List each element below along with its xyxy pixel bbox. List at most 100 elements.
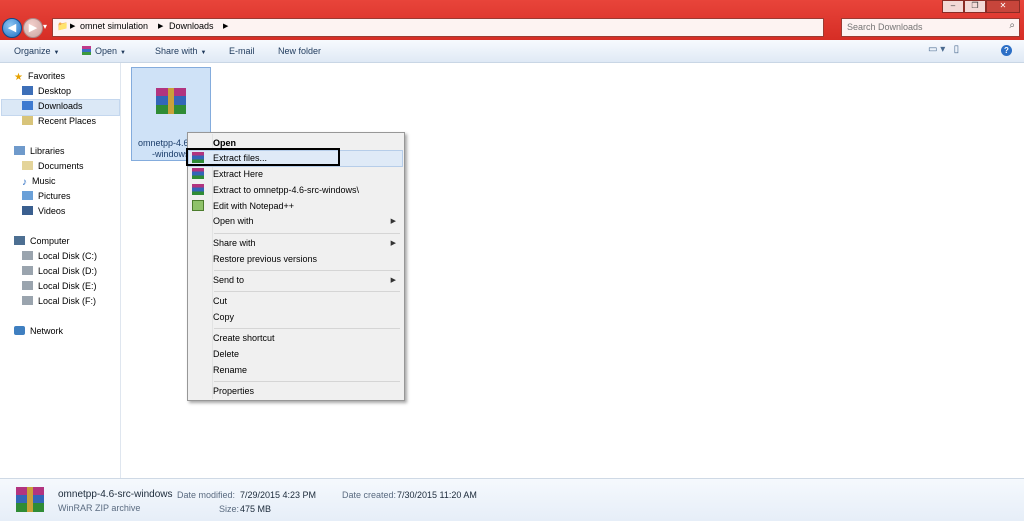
file-name-line-2: -windows xyxy=(152,149,190,159)
share-with-label: Share with xyxy=(155,46,198,56)
date-modified-label: Date modified: xyxy=(177,490,236,500)
date-created-label: Date created: xyxy=(342,490,397,500)
chevron-right-icon[interactable]: ▶ xyxy=(223,22,228,30)
chevron-down-icon: ▼ xyxy=(120,50,126,56)
menu-item-rename[interactable]: Rename xyxy=(213,365,247,375)
address-bar[interactable]: 📁 ▶ omnet simulation ▶ Downloads ▶ xyxy=(52,18,824,37)
breadcrumb-downloads[interactable]: Downloads xyxy=(169,21,214,31)
music-icon: ♪ xyxy=(22,177,27,188)
menu-item-send-to[interactable]: Send to xyxy=(213,275,244,285)
network-icon xyxy=(14,326,25,335)
nav-libraries[interactable]: Libraries xyxy=(14,146,65,156)
nav-disk-e[interactable]: Local Disk (E:) xyxy=(22,281,97,291)
search-input[interactable] xyxy=(842,19,997,34)
nav-favorites[interactable]: ★ Favorites xyxy=(14,71,65,83)
menu-item-create-shortcut[interactable]: Create shortcut xyxy=(213,333,275,343)
submenu-arrow-icon: ▶ xyxy=(390,277,396,284)
search-icon[interactable]: ⌕ xyxy=(1009,20,1015,31)
search-box[interactable]: ⌕ xyxy=(841,18,1020,37)
forward-button[interactable]: ▶ xyxy=(23,18,43,38)
back-arrow-icon: ◀ xyxy=(7,22,17,34)
nav-music[interactable]: ♪ Music xyxy=(22,176,56,188)
menu-item-open-with[interactable]: Open with xyxy=(213,216,254,226)
menu-item-cut[interactable]: Cut xyxy=(213,296,227,306)
menu-item-share-with[interactable]: Share with xyxy=(213,238,256,248)
nav-disk-d-label: Local Disk (D:) xyxy=(38,266,98,276)
maximize-button[interactable]: ❐ xyxy=(964,0,986,13)
pictures-icon xyxy=(22,191,33,200)
menu-item-restore-versions[interactable]: Restore previous versions xyxy=(213,254,317,264)
nav-videos-label: Videos xyxy=(38,206,66,216)
close-button[interactable]: ✕ xyxy=(986,0,1020,13)
chevron-down-icon: ▼ xyxy=(200,50,207,56)
open-label: Open xyxy=(95,46,118,56)
menu-item-extract-here[interactable]: Extract Here xyxy=(213,169,263,179)
nav-music-label: Music xyxy=(32,176,56,186)
videos-icon xyxy=(22,206,33,215)
drive-icon xyxy=(22,296,33,305)
nav-disk-c[interactable]: Local Disk (C:) xyxy=(22,251,97,261)
nav-documents[interactable]: Documents xyxy=(22,161,84,171)
forward-arrow-icon: ▶ xyxy=(28,22,38,34)
downloads-folder-icon xyxy=(22,101,33,110)
open-button[interactable]: Open ▼ xyxy=(82,46,126,56)
navigation-pane: ★ Favorites Desktop Downloads Recent Plac… xyxy=(0,63,121,478)
date-modified-value: 7/29/2015 4:23 PM xyxy=(240,490,317,500)
chevron-right-icon: ▶ xyxy=(70,23,76,30)
details-file-type: WinRAR ZIP archive xyxy=(58,503,141,513)
nav-disk-d[interactable]: Local Disk (D:) xyxy=(22,266,97,276)
share-with-button[interactable]: Share with ▼ xyxy=(155,46,206,56)
winrar-archive-icon xyxy=(156,88,186,114)
nav-downloads[interactable]: Downloads xyxy=(22,101,83,111)
details-pane: omnetpp-4.6-src-windows WinRAR ZIP archi… xyxy=(0,478,1024,521)
menu-separator xyxy=(214,381,400,382)
nav-disk-f-label: Local Disk (F:) xyxy=(38,296,97,306)
nav-computer[interactable]: Computer xyxy=(14,236,70,246)
nav-documents-label: Documents xyxy=(38,161,84,171)
desktop-icon xyxy=(22,86,33,95)
help-icon[interactable]: ? xyxy=(1001,45,1012,56)
recent-pages-dropdown-icon[interactable]: ▾ xyxy=(43,22,47,31)
nav-libraries-label: Libraries xyxy=(30,146,65,156)
size-label: Size: xyxy=(219,504,240,514)
recent-places-icon xyxy=(22,116,33,125)
minimize-button[interactable]: – xyxy=(942,0,964,13)
winrar-icon xyxy=(192,168,204,179)
email-button[interactable]: E-mail xyxy=(229,46,255,56)
organize-label: Organize xyxy=(14,46,51,56)
nav-desktop[interactable]: Desktop xyxy=(22,86,71,96)
folder-icon: 📁 xyxy=(57,21,69,31)
change-view-icon[interactable]: ▭ ▾ ▯ xyxy=(928,44,959,55)
breadcrumb-omnet-simulation[interactable]: omnet simulation xyxy=(80,21,148,31)
menu-item-open[interactable]: Open xyxy=(213,138,236,148)
menu-item-delete[interactable]: Delete xyxy=(213,349,239,359)
menu-item-extract-to[interactable]: Extract to omnetpp-4.6-src-windows\ xyxy=(213,185,359,195)
nav-network[interactable]: Network xyxy=(14,326,63,336)
menu-separator xyxy=(214,291,400,292)
nav-disk-f[interactable]: Local Disk (F:) xyxy=(22,296,96,306)
nav-videos[interactable]: Videos xyxy=(22,206,65,216)
back-button[interactable]: ◀ xyxy=(2,18,22,38)
notepad-plus-plus-icon xyxy=(192,200,204,211)
winrar-icon xyxy=(192,184,204,195)
menu-item-edit-notepad[interactable]: Edit with Notepad++ xyxy=(213,201,294,211)
command-toolbar: Organize ▼ Open ▼ Share with ▼ E-mail New f… xyxy=(0,40,1024,63)
details-file-name: omnetpp-4.6-src-windows xyxy=(58,489,173,500)
nav-recent-places-label: Recent Places xyxy=(38,116,97,126)
size-value: 475 MB xyxy=(240,504,272,514)
winrar-archive-icon xyxy=(16,487,44,512)
nav-recent-places[interactable]: Recent Places xyxy=(22,116,96,126)
menu-item-properties[interactable]: Properties xyxy=(213,386,254,396)
nav-downloads-label: Downloads xyxy=(38,101,83,111)
organize-button[interactable]: Organize ▼ xyxy=(14,46,59,56)
menu-item-copy[interactable]: Copy xyxy=(213,312,234,322)
context-menu: Open Extract files... Extract Here Extra… xyxy=(186,132,405,401)
nav-disk-c-label: Local Disk (C:) xyxy=(38,251,98,261)
menu-separator xyxy=(214,328,400,329)
drive-icon xyxy=(22,251,33,260)
nav-pictures[interactable]: Pictures xyxy=(22,191,71,201)
libraries-icon xyxy=(14,146,25,155)
new-folder-button[interactable]: New folder xyxy=(278,46,321,56)
nav-favorites-label: Favorites xyxy=(27,71,65,81)
chevron-right-icon: ▶ xyxy=(158,23,164,30)
